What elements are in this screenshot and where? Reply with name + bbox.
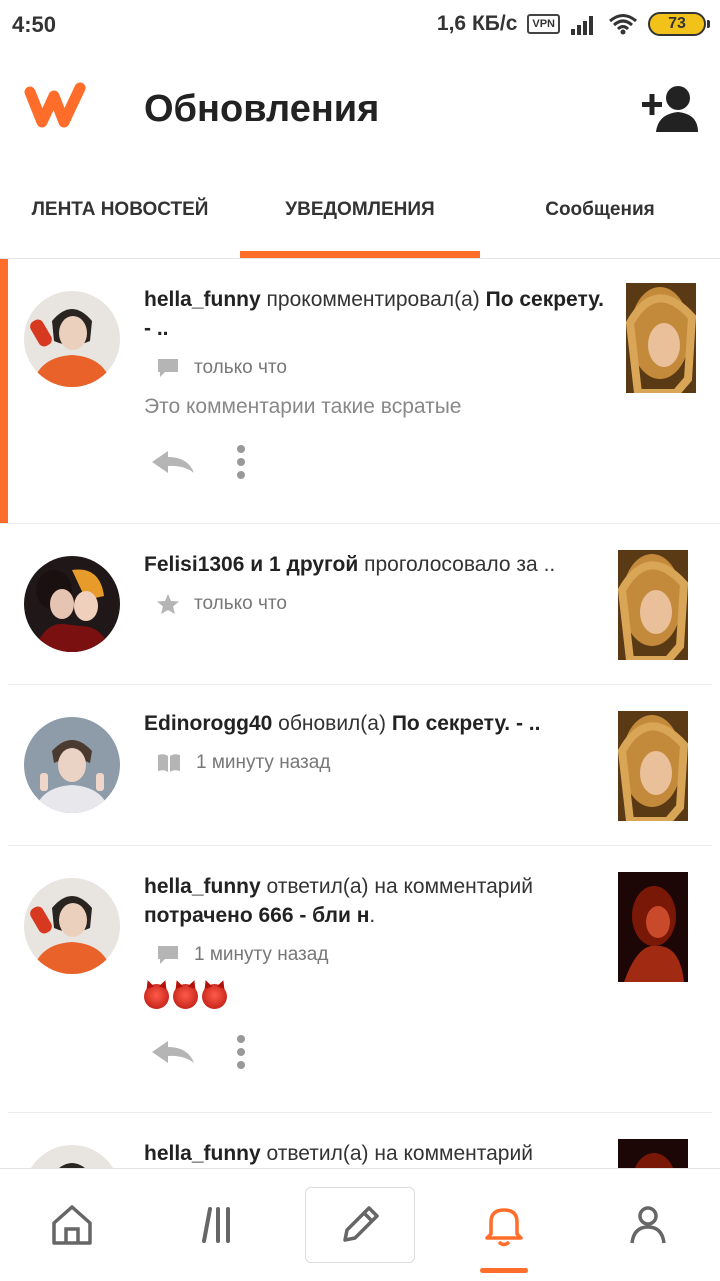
comment-icon	[158, 359, 178, 377]
reply-icon[interactable]	[150, 449, 196, 475]
list-item[interactable]: hella_funny ответил(а) на комментарий	[8, 1113, 712, 1168]
list-item[interactable]: Felisi1306 и 1 другой проголосовало за .…	[8, 524, 712, 685]
add-user-icon[interactable]	[642, 82, 698, 134]
reply-icon[interactable]	[150, 1039, 196, 1065]
battery-indicator: 73	[648, 12, 710, 36]
home-icon	[52, 1205, 92, 1245]
bell-icon	[485, 1208, 523, 1247]
notification-text: hella_funny прокомментировал(а) По секре…	[144, 288, 604, 340]
wattpad-logo-icon[interactable]	[24, 82, 88, 130]
comment-target[interactable]: потрачено 666 - бли н	[144, 904, 369, 927]
notification-text: hella_funny ответил(а) на комментарий по…	[144, 875, 533, 927]
network-speed: 1,6 КБ/с	[436, 12, 518, 35]
unread-indicator	[0, 259, 8, 523]
list-item[interactable]: hella_funny прокомментировал(а) По секре…	[0, 259, 720, 524]
notification-list: hella_funny прокомментировал(а) По секре…	[0, 259, 720, 1168]
signal-icon	[571, 16, 593, 35]
wifi-icon	[609, 14, 637, 35]
status-bar: 4:50 1,6 КБ/с VPN 73	[0, 0, 720, 52]
devil-emoji-icon	[144, 984, 169, 1009]
username[interactable]: Edinorogg40	[144, 712, 272, 735]
story-cover-thumbnail[interactable]	[618, 711, 688, 821]
tab-news-feed[interactable]: ЛЕНТА НОВОСТЕЙ	[0, 162, 240, 258]
nav-home[interactable]	[0, 1169, 144, 1281]
devil-emoji-icon	[173, 984, 198, 1009]
profile-icon	[630, 1206, 666, 1244]
nav-write[interactable]	[288, 1169, 432, 1281]
avatar[interactable]	[24, 1145, 120, 1168]
story-cover-thumbnail[interactable]	[626, 283, 696, 393]
comment-icon	[158, 946, 178, 964]
timestamp: 1 минуту назад	[194, 944, 329, 965]
more-options-icon[interactable]	[236, 445, 246, 479]
nav-profile[interactable]	[576, 1169, 720, 1281]
write-icon	[343, 1206, 379, 1242]
username[interactable]: Felisi1306 и 1 другой	[144, 553, 358, 576]
avatar[interactable]	[24, 717, 120, 813]
tab-messages[interactable]: Сообщения	[480, 162, 720, 258]
status-time: 4:50	[12, 12, 57, 37]
timestamp: 1 минуту назад	[196, 752, 331, 773]
notification-text: hella_funny ответил(а) на комментарий	[144, 1142, 533, 1165]
book-icon	[158, 754, 180, 772]
app-header: Обновления	[0, 52, 720, 162]
avatar[interactable]	[24, 291, 120, 387]
vpn-badge: VPN	[527, 14, 560, 34]
star-icon	[157, 594, 179, 614]
story-cover-thumbnail[interactable]	[618, 1139, 688, 1168]
story-cover-thumbnail[interactable]	[618, 550, 688, 660]
more-options-icon[interactable]	[236, 1035, 246, 1069]
username[interactable]: hella_funny	[144, 875, 261, 898]
comment-preview: Это комментарии такие всратые	[144, 395, 462, 418]
notification-text: Edinorogg40 обновил(а) По секрету. - ..	[144, 712, 541, 735]
page-title: Обновления	[144, 88, 380, 130]
timestamp: только что	[194, 593, 287, 614]
list-item[interactable]: Edinorogg40 обновил(а) По секрету. - .. …	[8, 685, 712, 846]
notification-text: Felisi1306 и 1 другой проголосовало за .…	[144, 553, 556, 576]
bottom-navigation	[0, 1168, 720, 1281]
username[interactable]: hella_funny	[144, 1142, 261, 1165]
timestamp: только что	[194, 357, 287, 378]
comment-preview	[144, 984, 606, 1009]
avatar[interactable]	[24, 878, 120, 974]
devil-emoji-icon	[202, 984, 227, 1009]
tab-notifications[interactable]: УВЕДОМЛЕНИЯ	[240, 162, 480, 258]
nav-library[interactable]	[144, 1169, 288, 1281]
story-cover-thumbnail[interactable]	[618, 872, 688, 982]
list-item[interactable]: hella_funny ответил(а) на комментарий по…	[8, 846, 712, 1113]
library-icon	[202, 1207, 230, 1243]
nav-notifications[interactable]	[432, 1169, 576, 1281]
username[interactable]: hella_funny	[144, 288, 261, 311]
avatar[interactable]	[24, 556, 120, 652]
story-title[interactable]: По секрету. - ..	[392, 712, 541, 735]
tab-bar: ЛЕНТА НОВОСТЕЙ УВЕДОМЛЕНИЯ Сообщения	[0, 162, 720, 259]
